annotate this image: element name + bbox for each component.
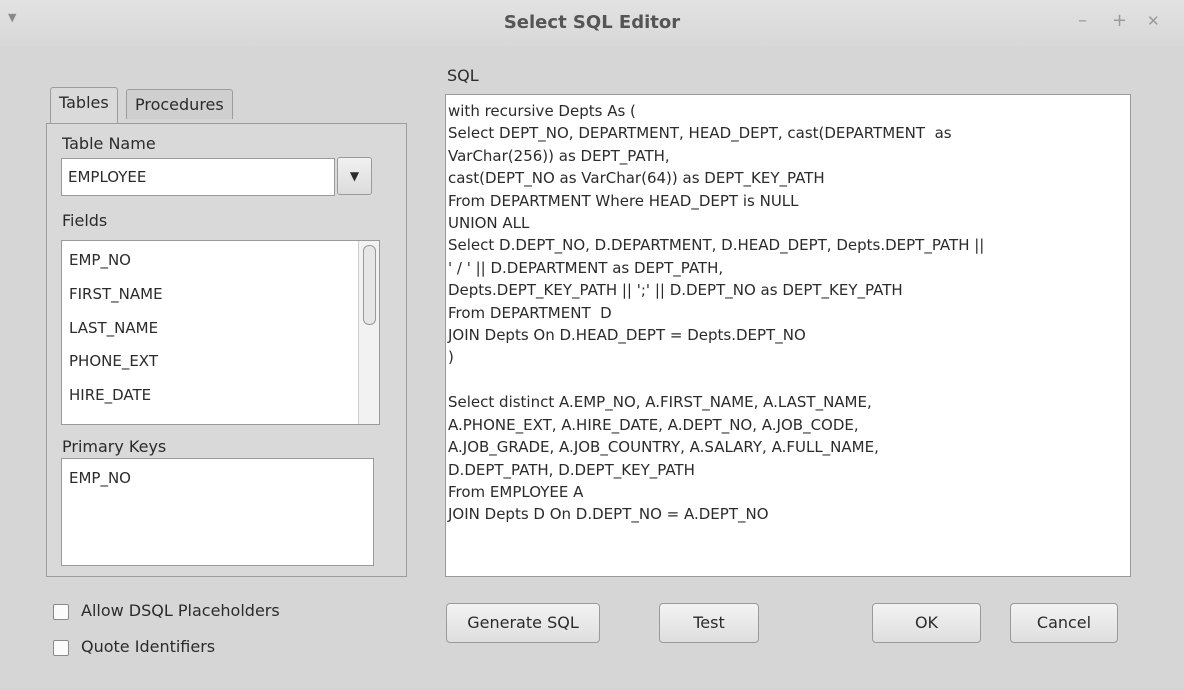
primary-keys-label: Primary Keys [62, 437, 167, 456]
sql-editor[interactable]: with recursive Depts As ( Select DEPT_NO… [445, 94, 1131, 577]
tab-procedures[interactable]: Procedures [126, 89, 233, 119]
minimize-icon[interactable]: – [1078, 10, 1087, 31]
table-name-dropdown-button[interactable]: ▼ [337, 157, 372, 195]
list-item[interactable]: EMP_NO [69, 469, 131, 487]
list-item[interactable]: PHONE_EXT [69, 352, 158, 370]
fields-scrollbar[interactable] [358, 241, 379, 424]
fields-label: Fields [62, 211, 108, 230]
sql-label: SQL [447, 66, 479, 85]
list-item[interactable]: LAST_NAME [69, 319, 158, 337]
ok-button[interactable]: OK [872, 603, 981, 643]
primary-keys-list[interactable]: EMP_NO [61, 458, 374, 566]
allow-dsql-placeholders-checkbox[interactable] [53, 604, 69, 620]
window-title: Select SQL Editor [503, 12, 681, 33]
scrollbar-thumb[interactable] [363, 245, 376, 325]
allow-dsql-placeholders-label: Allow DSQL Placeholders [81, 601, 280, 620]
cancel-button[interactable]: Cancel [1010, 603, 1118, 643]
fields-list[interactable]: EMP_NO FIRST_NAME LAST_NAME PHONE_EXT HI… [61, 240, 380, 425]
list-item[interactable]: EMP_NO [69, 251, 131, 269]
tab-tables[interactable]: Tables [50, 87, 118, 123]
list-item[interactable]: HIRE_DATE [69, 386, 151, 404]
quote-identifiers-checkbox[interactable] [53, 640, 69, 656]
title-bar: ▼ Select SQL Editor – + ✕ [0, 0, 1184, 46]
quote-identifiers-label: Quote Identifiers [81, 637, 216, 656]
table-name-combo[interactable]: EMPLOYEE [61, 158, 335, 196]
maximize-icon[interactable]: + [1112, 10, 1127, 31]
list-item[interactable]: FIRST_NAME [69, 285, 163, 303]
test-button[interactable]: Test [659, 603, 759, 643]
generate-sql-button[interactable]: Generate SQL [446, 603, 600, 643]
close-icon[interactable]: ✕ [1147, 12, 1160, 30]
table-name-label: Table Name [62, 134, 156, 153]
chevron-down-icon: ▼ [349, 169, 360, 183]
